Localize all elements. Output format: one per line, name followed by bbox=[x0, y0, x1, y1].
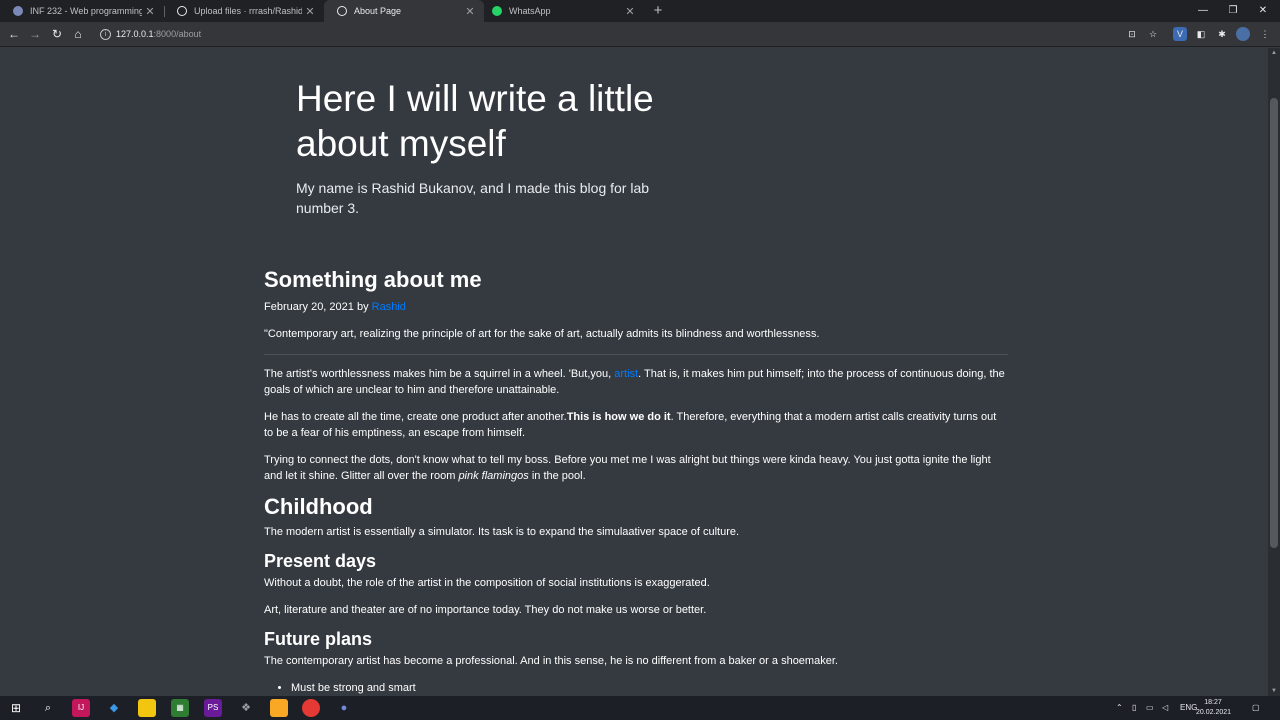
post-paragraph-1: The artist's worthlessness makes him be … bbox=[264, 366, 1008, 398]
future-list: Must be strong and smart bbox=[264, 680, 1008, 696]
close-tab-icon[interactable]: ✕ bbox=[622, 5, 638, 18]
tab-inf232[interactable]: INF 232 - Web programming: ba ✕ bbox=[0, 0, 164, 22]
back-arrow-icon[interactable]: ← bbox=[6, 26, 22, 42]
close-tab-icon[interactable]: ✕ bbox=[462, 5, 478, 18]
sticky-notes-icon[interactable] bbox=[138, 699, 156, 717]
phpstorm-icon[interactable]: PS bbox=[204, 699, 222, 717]
volume-icon[interactable]: ◁ bbox=[1162, 696, 1168, 720]
tab-upload-files[interactable]: Upload files · rrrash/RashidBukar ✕ bbox=[164, 0, 324, 22]
discord-icon[interactable]: ● bbox=[335, 699, 353, 717]
artist-link[interactable]: artist bbox=[614, 368, 638, 380]
post-meta: February 20, 2021 by Rashid bbox=[264, 299, 1008, 315]
reload-icon[interactable]: ↻ bbox=[49, 26, 65, 42]
new-tab-button[interactable]: + bbox=[650, 2, 666, 20]
divider bbox=[264, 354, 1008, 355]
whatsapp-icon bbox=[492, 6, 502, 16]
tab-whatsapp[interactable]: WhatsApp ✕ bbox=[484, 0, 644, 22]
url-host: 127.0.0.1 bbox=[116, 29, 154, 39]
site-favicon-icon bbox=[13, 6, 23, 16]
section-title-childhood: Childhood bbox=[264, 494, 373, 519]
scrollbar-thumb[interactable] bbox=[1270, 98, 1278, 548]
minimize-icon[interactable]: — bbox=[1188, 0, 1218, 22]
present-text-1: Without a doubt, the role of the artist … bbox=[264, 577, 710, 589]
url-text: 127.0.0.1:8000/about bbox=[116, 25, 201, 44]
profile-avatar-icon[interactable] bbox=[1236, 27, 1250, 41]
app-icon[interactable]: ❖ bbox=[237, 699, 255, 717]
section-title-future: Future plans bbox=[264, 629, 373, 649]
page-viewport: Here I will write a little about myself … bbox=[0, 48, 1268, 696]
windows-start-icon[interactable]: ⊞ bbox=[7, 699, 25, 717]
post-paragraph-2: He has to create all the time, create on… bbox=[264, 409, 1008, 441]
clock-time: 18:27 bbox=[1204, 699, 1222, 706]
info-icon[interactable]: i bbox=[100, 29, 111, 40]
file-explorer-icon[interactable] bbox=[270, 699, 288, 717]
home-icon[interactable]: ⌂ bbox=[70, 26, 86, 42]
tab-strip: INF 232 - Web programming: ba ✕ Upload f… bbox=[0, 0, 1280, 22]
jumbotron: Here I will write a little about myself … bbox=[296, 76, 656, 218]
vscode-icon[interactable]: ◆ bbox=[105, 699, 123, 717]
translate-icon[interactable]: ⊡ bbox=[1125, 27, 1139, 41]
tray-chevron-icon[interactable]: ⌃ bbox=[1116, 696, 1123, 720]
close-tab-icon[interactable]: ✕ bbox=[302, 5, 318, 18]
bold-text: This is how we do it bbox=[566, 411, 671, 423]
post-quote: "Contemporary art, realizing the princip… bbox=[264, 328, 820, 340]
close-tab-icon[interactable]: ✕ bbox=[142, 5, 158, 18]
chrome-icon[interactable] bbox=[302, 699, 320, 717]
windows-taskbar: ⊞ ⌕ IJ ◆ ▦ PS ❖ ● ⌃ ▯ ▭ ◁ ENG 18:27 20.0… bbox=[0, 696, 1280, 720]
page-scrollbar[interactable]: ▲ ▼ bbox=[1268, 48, 1280, 696]
post-date: February 20, 2021 bbox=[264, 301, 354, 313]
extension-shield-icon[interactable]: ◧ bbox=[1194, 27, 1208, 41]
tab-about-page[interactable]: About Page ✕ bbox=[324, 0, 484, 22]
tab-title: About Page bbox=[354, 6, 402, 16]
tab-title: WhatsApp bbox=[509, 6, 551, 16]
menu-dots-icon[interactable]: ⋮ bbox=[1258, 27, 1272, 41]
close-window-icon[interactable]: ✕ bbox=[1248, 0, 1278, 22]
globe-icon bbox=[337, 6, 347, 16]
present-text-2: Art, literature and theater are of no im… bbox=[264, 604, 707, 616]
url-path: :8000/about bbox=[153, 29, 202, 39]
childhood-text: The modern artist is essentially a simul… bbox=[264, 526, 740, 538]
search-icon[interactable]: ⌕ bbox=[39, 699, 57, 717]
text: Trying to connect the dots, don't know w… bbox=[264, 454, 991, 482]
section-title-present: Present days bbox=[264, 551, 377, 571]
extension-v-icon[interactable]: V bbox=[1173, 27, 1187, 41]
post-by: by bbox=[356, 301, 369, 313]
italic-text: pink flamingos bbox=[458, 470, 529, 482]
post-title: Something about me bbox=[264, 267, 482, 292]
system-clock[interactable]: 18:27 20.02.2021 bbox=[1196, 698, 1232, 718]
restore-icon[interactable]: ❐ bbox=[1218, 0, 1248, 22]
language-indicator[interactable]: ENG bbox=[1180, 696, 1197, 720]
list-item: Must be strong and smart bbox=[291, 680, 1008, 696]
post-paragraph-3: Trying to connect the dots, don't know w… bbox=[264, 452, 1008, 484]
scroll-up-arrow-icon[interactable]: ▲ bbox=[1268, 48, 1280, 58]
github-icon bbox=[177, 6, 187, 16]
intellij-icon[interactable]: IJ bbox=[72, 699, 90, 717]
address-bar[interactable]: i 127.0.0.1:8000/about bbox=[94, 25, 1174, 44]
text: He has to create all the time, create on… bbox=[264, 411, 567, 423]
tab-title: Upload files · rrrash/RashidBukar bbox=[194, 6, 302, 16]
scroll-down-arrow-icon[interactable]: ▼ bbox=[1268, 686, 1280, 696]
jumbotron-lead: My name is Rashid Bukanov, and I made th… bbox=[296, 180, 650, 216]
blog-post: Something about me February 20, 2021 by … bbox=[264, 265, 1008, 696]
notifications-icon[interactable]: ▢ bbox=[1252, 696, 1260, 720]
battery-icon[interactable]: ▯ bbox=[1132, 696, 1136, 720]
text: The artist's worthlessness makes him be … bbox=[264, 368, 615, 380]
jumbotron-heading: Here I will write a little about myself bbox=[296, 78, 654, 164]
clock-date: 20.02.2021 bbox=[1196, 709, 1232, 716]
extensions-puzzle-icon[interactable]: ✱ bbox=[1215, 27, 1229, 41]
tab-title: INF 232 - Web programming: ba bbox=[30, 6, 142, 16]
forward-arrow-icon[interactable]: → bbox=[27, 26, 43, 42]
browser-toolbar: ← → ↻ ⌂ i 127.0.0.1:8000/about ⊡ ☆ V ◧ ✱… bbox=[0, 22, 1280, 47]
network-icon[interactable]: ▭ bbox=[1146, 696, 1154, 720]
author-link[interactable]: Rashid bbox=[372, 301, 406, 313]
text: in the pool. bbox=[528, 470, 586, 482]
star-icon[interactable]: ☆ bbox=[1146, 27, 1160, 41]
calculator-icon[interactable]: ▦ bbox=[171, 699, 189, 717]
future-text: The contemporary artist has become a pro… bbox=[264, 655, 838, 667]
